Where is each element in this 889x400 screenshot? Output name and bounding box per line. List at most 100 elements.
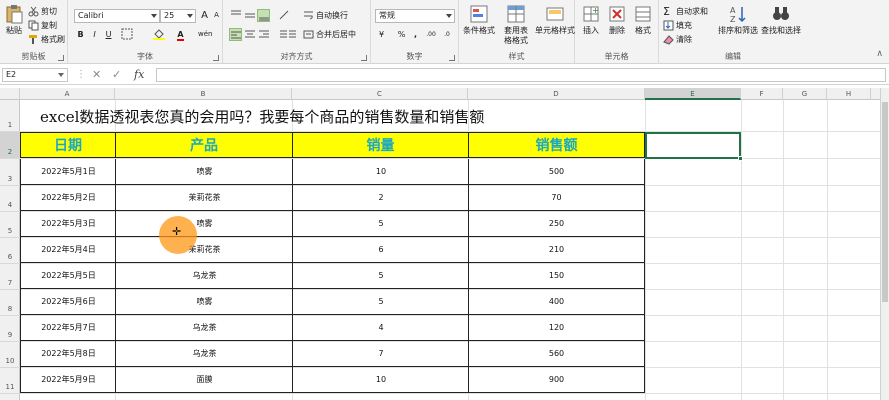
column-header[interactable]: F — [741, 88, 783, 100]
shrink-font-button[interactable]: A — [210, 9, 223, 22]
fill-handle[interactable] — [738, 156, 743, 161]
data-cell[interactable]: 2022年5月1日 — [20, 159, 116, 185]
clear-button[interactable]: 清除 — [663, 34, 692, 45]
align-left-button[interactable] — [229, 28, 242, 41]
wrap-text-button[interactable]: 自动换行 — [303, 10, 348, 21]
insert-function-button[interactable]: fx — [134, 68, 144, 81]
phonetic-button[interactable]: wén — [198, 28, 212, 41]
row-header-active[interactable]: 2 — [0, 132, 20, 159]
data-cell[interactable]: 500 — [468, 159, 645, 185]
data-cell[interactable]: 210 — [468, 237, 645, 263]
format-button[interactable]: 格式 — [631, 4, 655, 36]
fill-button[interactable]: 填充 — [663, 20, 692, 31]
column-header[interactable]: H — [827, 88, 871, 100]
data-cell[interactable]: 2022年5月4日 — [20, 237, 116, 263]
active-cell-selection[interactable] — [645, 132, 743, 161]
column-header[interactable]: B — [115, 88, 292, 100]
insert-button[interactable]: + 插入 — [579, 4, 603, 36]
scrollbar-thumb[interactable] — [882, 102, 888, 302]
data-cell[interactable]: 2 — [292, 185, 469, 211]
outdent-button[interactable] — [287, 28, 300, 41]
data-cell[interactable]: 面膜 — [115, 367, 293, 393]
bold-button[interactable]: B — [74, 28, 87, 41]
collapse-ribbon-icon[interactable]: ∧ — [876, 49, 883, 59]
find-select-button[interactable]: 查找和选择 — [759, 4, 803, 36]
data-cell[interactable]: 250 — [468, 211, 645, 237]
decrease-decimal-button[interactable]: .0 — [439, 28, 455, 41]
data-cell[interactable]: 喷雾 — [115, 159, 293, 185]
align-top-button[interactable] — [229, 9, 242, 22]
vertical-scrollbar[interactable] — [880, 88, 889, 400]
alignment-launcher[interactable] — [361, 55, 367, 61]
font-launcher[interactable] — [213, 55, 219, 61]
underline-button[interactable]: U — [102, 28, 115, 41]
data-cell[interactable]: 10 — [292, 367, 469, 393]
copy-button[interactable]: 复制 — [28, 20, 57, 31]
row-header[interactable]: 9 — [0, 316, 20, 342]
name-box[interactable]: E2 — [2, 68, 68, 82]
row-header[interactable]: 8 — [0, 290, 20, 316]
delete-button[interactable]: 删除 — [605, 4, 629, 36]
column-header-active[interactable]: E — [645, 88, 741, 100]
autosum-button[interactable]: Σ 自动求和 — [663, 6, 708, 17]
fill-color-button[interactable] — [152, 28, 165, 41]
data-cell[interactable]: 7 — [292, 341, 469, 367]
header-cell-date[interactable]: 日期 — [20, 132, 116, 158]
data-cell[interactable]: 5 — [292, 211, 469, 237]
data-cell[interactable]: 2022年5月8日 — [20, 341, 116, 367]
clipboard-launcher[interactable] — [58, 55, 64, 61]
number-launcher[interactable] — [449, 55, 455, 61]
row-header[interactable]: 4 — [0, 186, 20, 212]
number-format-select[interactable]: 常规 — [375, 9, 455, 23]
data-cell[interactable]: 2022年5月6日 — [20, 289, 116, 315]
data-cell[interactable]: 4 — [292, 315, 469, 341]
data-cell[interactable]: 2022年5月3日 — [20, 211, 116, 237]
font-color-button[interactable]: A — [174, 28, 187, 41]
orientation-button[interactable] — [277, 9, 290, 22]
data-cell[interactable]: 70 — [468, 185, 645, 211]
align-center-button[interactable] — [243, 28, 256, 41]
worksheet[interactable]: excel数据透视表您真的会用吗？我要每个商品的销售数量和销售额 日期 产品 销… — [20, 100, 889, 400]
cancel-icon[interactable]: ✕ — [92, 68, 101, 81]
row-header[interactable]: 3 — [0, 159, 20, 186]
merge-center-button[interactable]: 合并后居中 — [303, 29, 356, 40]
sheet-title-cell[interactable]: excel数据透视表您真的会用吗？我要每个商品的销售数量和销售额 — [40, 106, 484, 127]
formula-input[interactable] — [156, 68, 886, 82]
data-cell[interactable]: 900 — [468, 367, 645, 393]
enter-icon[interactable]: ✓ — [112, 68, 121, 81]
data-cell[interactable]: 10 — [292, 159, 469, 185]
paste-button[interactable]: 粘贴 — [2, 4, 26, 36]
header-cell-quantity[interactable]: 销量 — [292, 132, 469, 158]
data-cell[interactable]: 120 — [468, 315, 645, 341]
data-cell[interactable]: 喷雾 — [115, 289, 293, 315]
cell-styles-button[interactable]: 单元格样式 — [535, 4, 575, 36]
data-cell[interactable]: 2022年5月7日 — [20, 315, 116, 341]
row-header[interactable]: 6 — [0, 238, 20, 264]
data-cell[interactable]: 乌龙茶 — [115, 263, 293, 289]
sort-filter-button[interactable]: AZ 排序和筛选 — [717, 4, 759, 36]
data-cell[interactable]: 5 — [292, 289, 469, 315]
comma-button[interactable]: , — [409, 28, 422, 41]
row-header[interactable]: 5 — [0, 212, 20, 238]
header-cell-sales[interactable]: 销售额 — [468, 132, 645, 158]
italic-button[interactable]: I — [88, 28, 101, 41]
format-painter-button[interactable]: 格式刷 — [28, 34, 65, 45]
column-header[interactable]: D — [468, 88, 645, 100]
data-cell[interactable]: 400 — [468, 289, 645, 315]
data-cell[interactable]: 150 — [468, 263, 645, 289]
cut-button[interactable]: 剪切 — [28, 6, 57, 17]
data-cell[interactable]: 5 — [292, 263, 469, 289]
data-cell[interactable]: 6 — [292, 237, 469, 263]
align-bottom-button[interactable] — [257, 9, 270, 22]
increase-decimal-button[interactable]: .00 — [423, 28, 439, 41]
currency-button[interactable]: ¥ — [375, 28, 388, 41]
data-cell[interactable]: 茉莉花茶 — [115, 185, 293, 211]
column-header[interactable]: G — [783, 88, 827, 100]
border-button[interactable] — [120, 28, 133, 41]
data-cell[interactable]: 2022年5月5日 — [20, 263, 116, 289]
align-right-button[interactable] — [257, 28, 270, 41]
column-header[interactable]: A — [20, 88, 115, 100]
row-header[interactable]: 11 — [0, 368, 20, 394]
align-middle-button[interactable] — [243, 9, 256, 22]
conditional-formatting-button[interactable]: 条件格式 — [461, 4, 497, 36]
